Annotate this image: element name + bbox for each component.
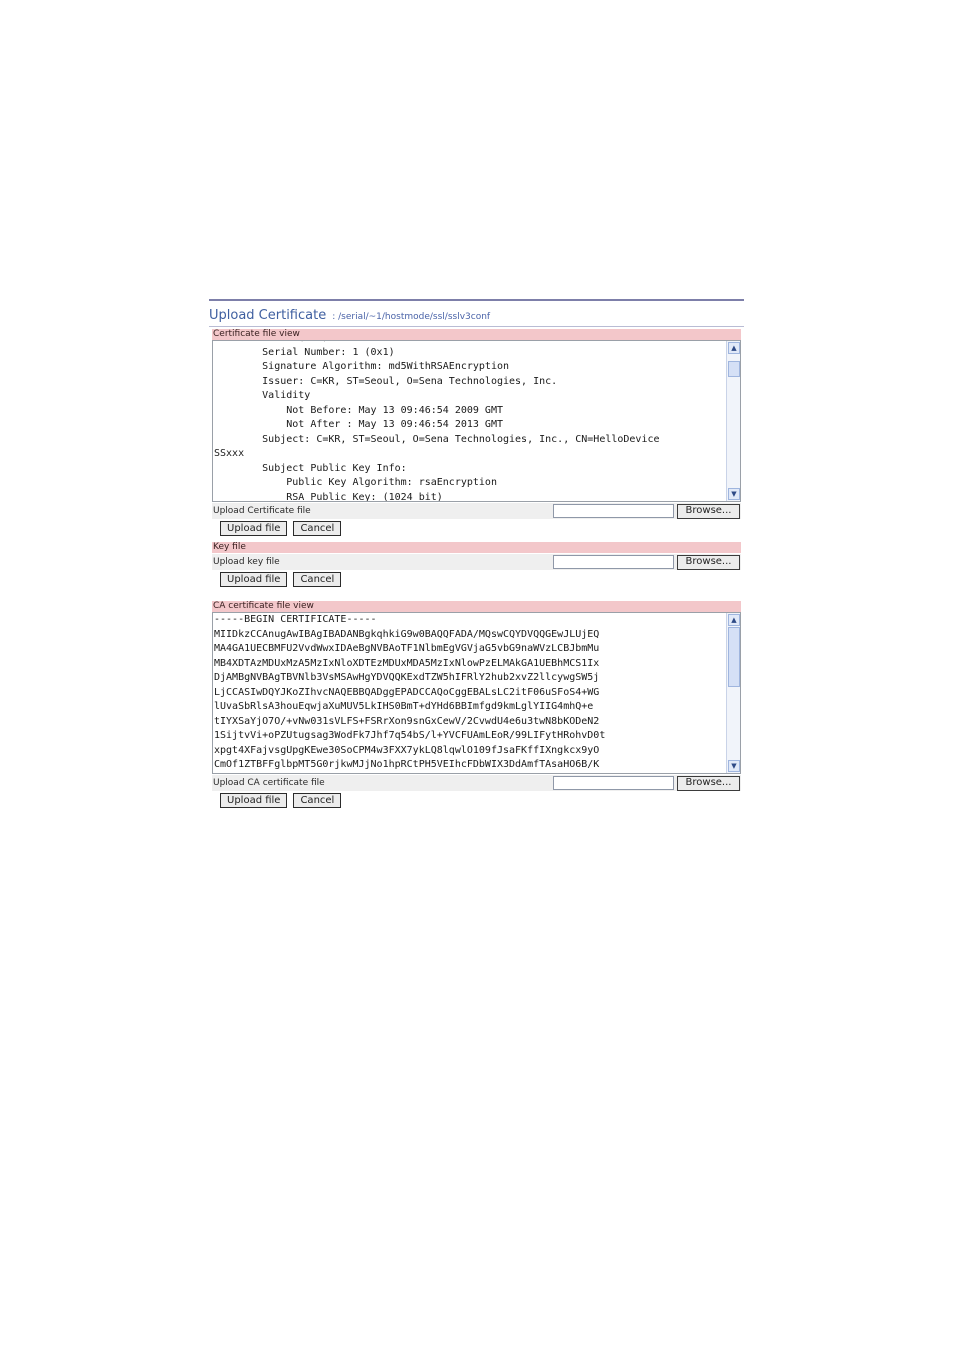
ca-certificate-scrollbar[interactable]: ▲ ▼ [726,613,740,773]
page-title: Upload Certificate [209,308,327,323]
ca-certificate-section: CA certificate file view -----BEGIN CERT… [212,601,741,812]
text-line: DjAMBgNVBAgTBVNlb3VsMSAwHgYDVQQKExdTZW5h… [214,672,600,683]
text-line: Not After : May 13 09:46:54 2013 GMT [214,419,503,430]
certificate-file-input[interactable] [553,504,674,518]
text-line: lUvaSbRlsA3houEqwjaXuMUV5LkIHS0BmT+dYHd6… [214,701,594,712]
text-line: -----BEGIN CERTIFICATE----- [214,614,377,625]
key-upload-button[interactable]: Upload file [220,572,288,587]
key-section: Key file Upload key file Browse... Uploa… [212,542,741,591]
text-line: Serial Number: 1 (0x1) [214,346,395,358]
key-browse-button[interactable]: Browse... [677,554,740,570]
ca-upload-button[interactable]: Upload file [220,793,288,808]
ca-upload-row: Upload CA certificate file Browse... [212,775,741,791]
ca-certificate-text-content: -----BEGIN CERTIFICATE----- MIIDkzCCAnug… [213,613,740,773]
certificate-cancel-button[interactable]: Cancel [293,521,342,536]
text-line: Validity [214,390,311,401]
scroll-down-icon[interactable]: ▼ [728,760,740,772]
text-line: Not Before: May 13 09:46:54 2009 GMT [214,404,503,416]
text-line: CmOf1ZTBFFglbpMT5G0rjkwMJjNo1hpRCtPH5VEI… [214,759,600,770]
key-section-header: Key file [212,542,741,553]
key-file-input[interactable] [553,555,674,569]
text-line: MIIDkzCCAnugAwIBAgIBADANBgkqhkiG9w0BAQQF… [214,628,600,640]
scroll-up-icon[interactable]: ▲ [728,342,740,354]
scroll-up-icon[interactable]: ▲ [728,614,740,626]
text-line: xpgt4XFajvsgUpgKEwe30SoCPM4w3FXX7ykLQ8lq… [214,744,600,756]
top-divider [209,299,744,301]
text-line: 1SijtvVi+oPZUtugsag3WodFk7Jhf7q54bS/l+YV… [214,730,606,741]
certificate-section-header: Certificate file view [212,329,741,340]
text-line: Version: 3 (0x2) [214,341,328,343]
certificate-upload-label: Upload Certificate file [213,506,311,516]
text-line: LjCCASIwDQYJKoZIhvcNAQEBBQADggEPADCCAQoC… [214,686,600,698]
text-line: tIYXSaYjO7O/+vNw031sVLFS+FSRrXon9snGxCew… [214,715,600,727]
key-upload-label: Upload key file [213,557,280,567]
text-line: MA4GA1UECBMFU2VvdWwxIDAeBgNVBAoTF1NlbmEg… [214,643,600,654]
upload-certificate-panel: Upload Certificate : /serial/~1/hostmode/… [209,299,744,812]
text-line: RSA Public Key: (1024 bit) [214,491,443,502]
certificate-upload-button[interactable]: Upload file [220,521,288,536]
ca-section-header: CA certificate file view [212,601,741,612]
key-cancel-button[interactable]: Cancel [293,572,342,587]
text-line: Issuer: C=KR, ST=Seoul, O=Sena Technolog… [214,375,558,387]
certificate-scrollbar[interactable]: ▲ ▼ [726,341,740,501]
certificate-upload-row: Upload Certificate file Browse... [212,503,741,519]
scroll-thumb[interactable] [728,361,740,377]
text-line: Public Key Algorithm: rsaEncryption [214,477,497,488]
page-header: Upload Certificate : /serial/~1/hostmode/… [209,304,744,327]
ca-upload-label: Upload CA certificate file [213,778,325,788]
key-upload-row: Upload key file Browse... [212,554,741,570]
text-line: Subject Public Key Info: [214,462,407,474]
certificate-text-content: Version: 3 (0x2) Serial Number: 1 (0x1) … [213,341,740,502]
certificate-button-row: Upload file Cancel [212,519,741,540]
scroll-thumb[interactable] [728,627,740,687]
text-line: Signature Algorithm: md5WithRSAEncryptio… [214,361,510,372]
text-line: Subject: C=KR, ST=Seoul, O=Sena Technolo… [214,433,660,445]
text-line: SSxxx [214,448,245,459]
key-button-row: Upload file Cancel [212,570,741,591]
breadcrumb-path: : /serial/~1/hostmode/ssl/sslv3conf [332,312,491,322]
certificate-section: Certificate file view Version: 3 (0x2) S… [212,329,741,540]
ca-cancel-button[interactable]: Cancel [293,793,342,808]
text-line: MB4XDTAzMDUxMzA5MzIxNloXDTEzMDUxMDA5MzIx… [214,657,600,669]
certificate-text-view[interactable]: Version: 3 (0x2) Serial Number: 1 (0x1) … [212,340,741,502]
scroll-down-icon[interactable]: ▼ [728,488,740,500]
ca-button-row: Upload file Cancel [212,791,741,812]
ca-file-input[interactable] [553,776,674,790]
ca-certificate-text-view[interactable]: -----BEGIN CERTIFICATE----- MIIDkzCCAnug… [212,612,741,774]
certificate-browse-button[interactable]: Browse... [677,503,740,519]
ca-browse-button[interactable]: Browse... [677,775,740,791]
